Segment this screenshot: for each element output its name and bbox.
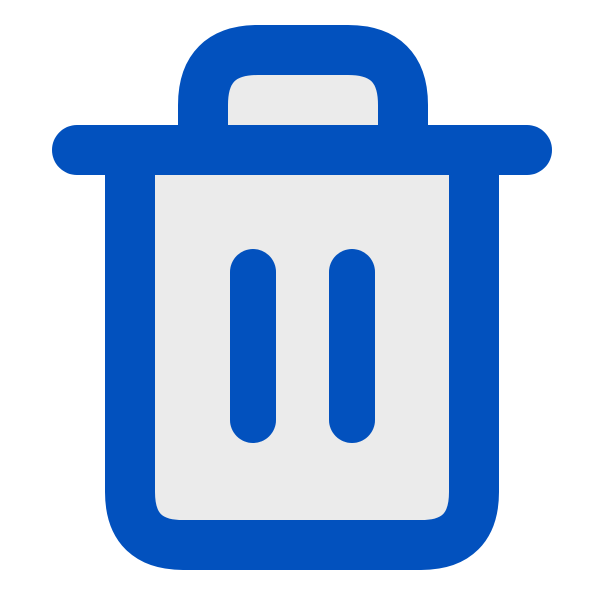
trash-body	[105, 125, 499, 570]
icon-canvas	[0, 0, 604, 600]
trash-icon	[0, 0, 604, 600]
trash-svg	[52, 25, 552, 570]
